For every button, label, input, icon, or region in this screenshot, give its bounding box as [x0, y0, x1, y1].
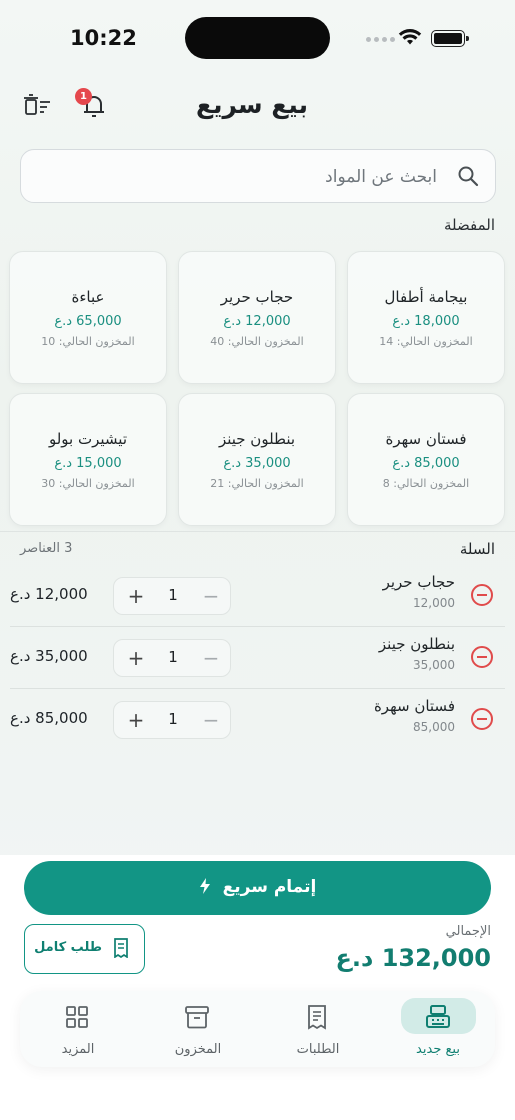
cart-row: بنطلون جينز 35,000 + 1 − 35,000 د.ع — [10, 627, 505, 689]
notifications-button[interactable]: 1 — [75, 88, 110, 122]
battery-icon — [431, 30, 469, 47]
full-order-label: طلب كامل — [34, 940, 102, 955]
total-label: الإجمالي — [445, 924, 491, 939]
decrement-button[interactable]: − — [198, 582, 224, 610]
cart-row: حجاب حرير 12,000 + 1 − 12,000 د.ع — [10, 565, 505, 627]
search-input[interactable]: ابحث عن المواد — [20, 149, 496, 203]
tab-label: المزيد — [61, 1042, 95, 1057]
quantity-value: 1 — [168, 710, 178, 728]
dynamic-island — [185, 17, 330, 59]
cart-heading: السلة — [459, 540, 495, 558]
tab-orders[interactable]: الطلبات — [266, 997, 370, 1061]
cart-item-unit-price: 85,000 — [413, 720, 455, 734]
section-divider — [0, 531, 515, 532]
product-card[interactable]: بيجامة أطفال 18,000 د.ع المخزون الحالي: … — [347, 251, 505, 384]
cash-register-icon — [426, 1005, 450, 1028]
product-name: فستان سهرة — [385, 430, 467, 448]
cart-item-unit-price: 35,000 — [413, 658, 455, 672]
cart-item-count: 3 العناصر — [20, 541, 73, 556]
full-order-button[interactable]: طلب كامل — [24, 924, 145, 974]
decrement-button[interactable]: − — [198, 644, 224, 672]
quantity-stepper: + 1 − — [113, 577, 231, 615]
product-card[interactable]: بنطلون جينز 35,000 د.ع المخزون الحالي: 2… — [178, 393, 336, 526]
product-name: حجاب حرير — [220, 288, 294, 306]
cart-item-total: 85,000 د.ع — [10, 709, 88, 727]
product-card[interactable]: فستان سهرة 85,000 د.ع المخزون الحالي: 8 — [347, 393, 505, 526]
product-card[interactable]: عباءة 65,000 د.ع المخزون الحالي: 10 — [9, 251, 167, 384]
tab-inventory[interactable]: المخزون — [146, 997, 250, 1061]
cart-item-total: 12,000 د.ع — [10, 585, 88, 603]
increment-button[interactable]: + — [123, 644, 149, 672]
status-bar: 10:22 — [0, 0, 515, 78]
receipt-icon — [114, 938, 128, 958]
quantity-stepper: + 1 − — [113, 639, 231, 677]
product-stock: المخزون الحالي: 30 — [41, 477, 135, 490]
bottom-tab-bar: بيع جديد الطلبات المخزون المزيد — [20, 991, 495, 1067]
quantity-value: 1 — [168, 648, 178, 666]
remove-item-button[interactable] — [471, 584, 493, 606]
product-card[interactable]: تيشيرت بولو 15,000 د.ع المخزون الحالي: 3… — [9, 393, 167, 526]
search-placeholder: ابحث عن المواد — [325, 167, 437, 187]
lightning-icon — [199, 878, 210, 894]
app-header: بيع سريع 1 — [0, 80, 515, 136]
quick-checkout-label: إتمام سريع — [222, 877, 317, 897]
signal-icon — [366, 37, 395, 42]
product-stock: المخزون الحالي: 8 — [382, 477, 470, 490]
product-name: بيجامة أطفال — [384, 288, 468, 306]
total-value: 132,000 د.ع — [335, 944, 492, 972]
list-clear-icon — [24, 94, 50, 115]
increment-button[interactable]: + — [123, 706, 149, 734]
wifi-icon — [398, 29, 422, 45]
product-name: عباءة — [71, 288, 105, 306]
decrement-button[interactable]: − — [198, 706, 224, 734]
grid-icon — [66, 1006, 88, 1028]
product-price: 35,000 د.ع — [223, 456, 291, 471]
product-stock: المخزون الحالي: 10 — [41, 335, 135, 348]
cart-item-unit-price: 12,000 — [413, 596, 455, 610]
tab-label: بيع جديد — [416, 1042, 460, 1057]
quantity-value: 1 — [168, 586, 178, 604]
product-stock: المخزون الحالي: 14 — [379, 335, 473, 348]
remove-item-button[interactable] — [471, 708, 493, 730]
clear-list-button[interactable] — [24, 94, 52, 120]
search-icon — [458, 166, 479, 187]
product-stock: المخزون الحالي: 21 — [210, 477, 304, 490]
product-name: تيشيرت بولو — [48, 430, 128, 448]
increment-button[interactable]: + — [123, 582, 149, 610]
tab-label: الطلبات — [296, 1042, 340, 1057]
quantity-stepper: + 1 − — [113, 701, 231, 739]
product-card[interactable]: حجاب حرير 12,000 د.ع المخزون الحالي: 40 — [178, 251, 336, 384]
cart-item-total: 35,000 د.ع — [10, 647, 88, 665]
product-name: بنطلون جينز — [218, 430, 296, 448]
page-title: بيع سريع — [196, 90, 308, 119]
notification-badge: 1 — [75, 88, 92, 105]
status-time: 10:22 — [70, 26, 137, 50]
tab-new-sale[interactable]: بيع جديد — [386, 997, 490, 1061]
archive-box-icon — [185, 1006, 209, 1029]
product-stock: المخزون الحالي: 40 — [210, 335, 304, 348]
remove-item-button[interactable] — [471, 646, 493, 668]
cart-item-name: فستان سهرة — [373, 697, 455, 715]
product-price: 65,000 د.ع — [54, 314, 122, 329]
quick-checkout-button[interactable]: إتمام سريع — [24, 861, 491, 915]
cart-row: فستان سهرة 85,000 + 1 − 85,000 د.ع — [10, 689, 505, 751]
favorites-heading: المفضلة — [443, 216, 495, 234]
product-price: 15,000 د.ع — [54, 456, 122, 471]
product-price: 12,000 د.ع — [223, 314, 291, 329]
tab-label: المخزون — [174, 1042, 222, 1057]
cart-item-name: بنطلون جينز — [378, 635, 455, 653]
product-price: 18,000 د.ع — [392, 314, 460, 329]
tab-more[interactable]: المزيد — [26, 997, 130, 1061]
receipt-icon — [308, 1005, 326, 1030]
product-price: 85,000 د.ع — [392, 456, 460, 471]
cart-item-name: حجاب حرير — [382, 573, 455, 591]
